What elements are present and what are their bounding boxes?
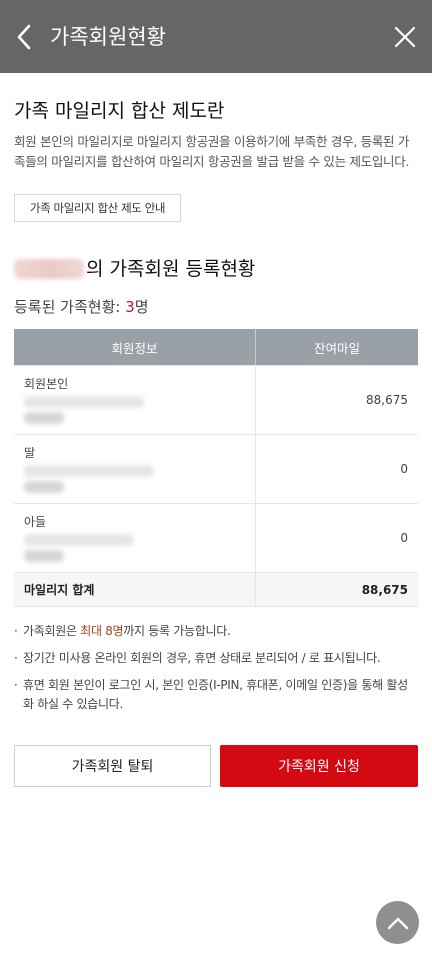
blurred-member-name	[24, 550, 64, 562]
member-info-cell: 회원본인	[14, 366, 256, 434]
top-header: 가족회원현황	[0, 0, 432, 73]
member-relation: 회원본인	[24, 377, 69, 391]
notes-list: · 가족회원은 최대 8명까지 등록 가능합니다. · 장기간 미사용 온라인 …	[14, 622, 418, 722]
table-row: 회원본인 88,675	[14, 365, 418, 434]
chevron-up-icon	[387, 917, 408, 929]
status-title-text: 의 가족회원 등록현황	[86, 258, 256, 280]
table-header: 회원정보 잔여마일	[14, 329, 418, 365]
intro-title: 가족 마일리지 합산 제도란	[14, 100, 225, 122]
member-relation: 딸	[24, 446, 36, 460]
note-text: 가족회원은 최대 8명까지 등록 가능합니다.	[23, 622, 231, 641]
member-miles: 0	[400, 531, 408, 545]
withdraw-family-button[interactable]: 가족회원 탈퇴	[14, 745, 211, 787]
note-highlight: 최대 8명	[80, 624, 124, 638]
close-icon	[394, 26, 416, 48]
member-info-cell: 딸	[14, 435, 256, 503]
apply-family-button[interactable]: 가족회원 신청	[220, 745, 418, 787]
page-title: 가족회원현황	[50, 25, 166, 49]
bullet-icon: ·	[14, 624, 18, 638]
member-miles: 88,675	[366, 393, 408, 407]
blurred-member-name	[14, 259, 84, 279]
member-info-cell: 아들	[14, 504, 256, 572]
total-label: 마일리지 합계	[14, 573, 256, 606]
status-title: 의 가족회원 등록현황	[14, 256, 255, 282]
member-relation: 아들	[24, 515, 47, 529]
note-text: 휴면 회원 본인이 로그인 시, 본인 인증(I-PIN, 휴대폰, 이메일 인…	[23, 678, 408, 711]
note-text: 장기간 미사용 온라인 회원의 경우, 휴면 상태로 분리되어 / 로 표시됩니…	[23, 651, 381, 665]
family-count-label: 등록된 가족현황:	[14, 298, 126, 316]
total-miles: 88,675	[361, 582, 408, 597]
header-remaining-miles: 잔여마일	[313, 340, 360, 356]
chevron-left-icon	[17, 24, 31, 50]
bullet-icon: ·	[14, 651, 18, 665]
family-count-value: 3	[125, 298, 135, 316]
note-item: · 휴면 회원 본인이 로그인 시, 본인 인증(I-PIN, 휴대폰, 이메일…	[14, 676, 418, 714]
scroll-top-button[interactable]	[376, 901, 419, 944]
blurred-member-id	[24, 465, 154, 477]
table-row: 아들 0	[14, 503, 418, 572]
family-table: 회원정보 잔여마일 회원본인 88,675 딸 0 아들 0 마일리지 합계 8…	[14, 329, 418, 607]
table-row: 딸 0	[14, 434, 418, 503]
guide-button[interactable]: 가족 마일리지 합산 제도 안내	[14, 194, 181, 222]
blurred-member-name	[24, 481, 64, 493]
blurred-member-name	[24, 412, 64, 424]
member-miles: 0	[400, 462, 408, 476]
close-button[interactable]	[393, 25, 417, 49]
intro-description: 회원 본인의 마일리지로 마일리지 항공권을 이용하기에 부족한 경우, 등록된…	[14, 134, 410, 169]
note-text-part: 까지 등록 가능합니다.	[123, 624, 231, 638]
total-row: 마일리지 합계 88,675	[14, 572, 418, 606]
family-count-unit: 명	[134, 298, 149, 316]
header-member-info: 회원정보	[14, 329, 256, 365]
blurred-member-id	[24, 534, 134, 546]
family-count: 등록된 가족현황: 3명	[14, 296, 149, 318]
blurred-member-id	[24, 396, 144, 408]
back-button[interactable]	[12, 22, 36, 52]
bullet-icon: ·	[14, 678, 18, 692]
note-item: · 장기간 미사용 온라인 회원의 경우, 휴면 상태로 분리되어 / 로 표시…	[14, 649, 418, 668]
note-item: · 가족회원은 최대 8명까지 등록 가능합니다.	[14, 622, 418, 641]
note-text-part: 가족회원은	[23, 624, 81, 638]
